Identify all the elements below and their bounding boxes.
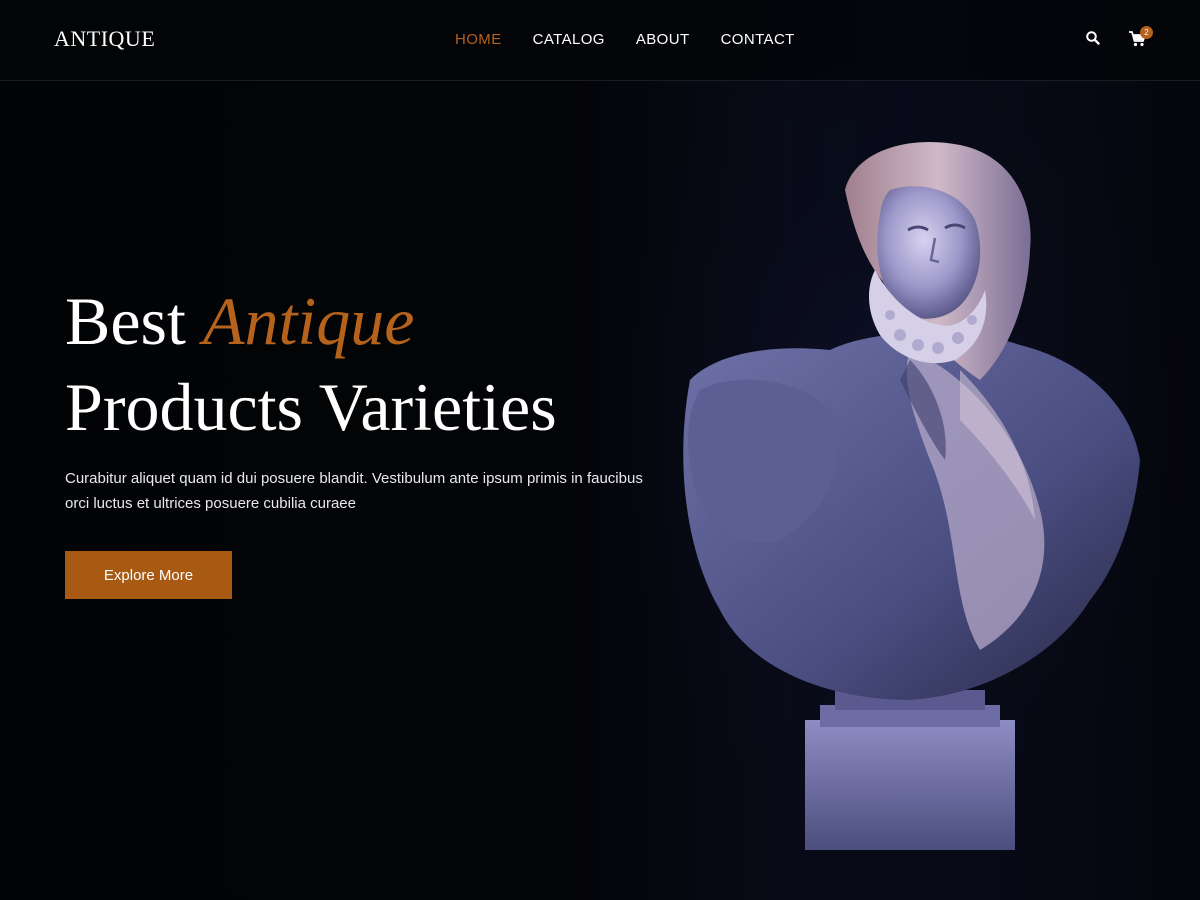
cart-count-badge: 2 — [1140, 26, 1153, 39]
nav-item-catalog[interactable]: CATALOG — [533, 31, 605, 48]
hero-description: Curabitur aliquet quam id dui posuere bl… — [65, 470, 643, 512]
site-header: ANTIQUE HOME CATALOG ABOUT CONTACT 2 — [0, 0, 1200, 81]
nav-item-contact[interactable]: CONTACT — [721, 31, 795, 48]
nav-item-about[interactable]: ABOUT — [636, 31, 690, 48]
hero-title-accent: Antique — [202, 283, 415, 359]
statue-bust-image — [683, 142, 1140, 850]
hero-title-line2: Products Varieties — [65, 369, 557, 445]
search-icon[interactable] — [1085, 30, 1101, 46]
main-nav: HOME CATALOG ABOUT CONTACT — [455, 31, 795, 48]
hero-title: Best Antique Products Varieties — [65, 278, 557, 450]
page: ANTIQUE HOME CATALOG ABOUT CONTACT 2 Bes… — [0, 0, 1200, 900]
logo[interactable]: ANTIQUE — [54, 26, 155, 52]
explore-more-button[interactable]: Explore More — [65, 551, 232, 599]
nav-item-home[interactable]: HOME — [455, 31, 502, 48]
hero-title-part1: Best — [65, 283, 186, 359]
pedestal-base — [805, 720, 1015, 850]
